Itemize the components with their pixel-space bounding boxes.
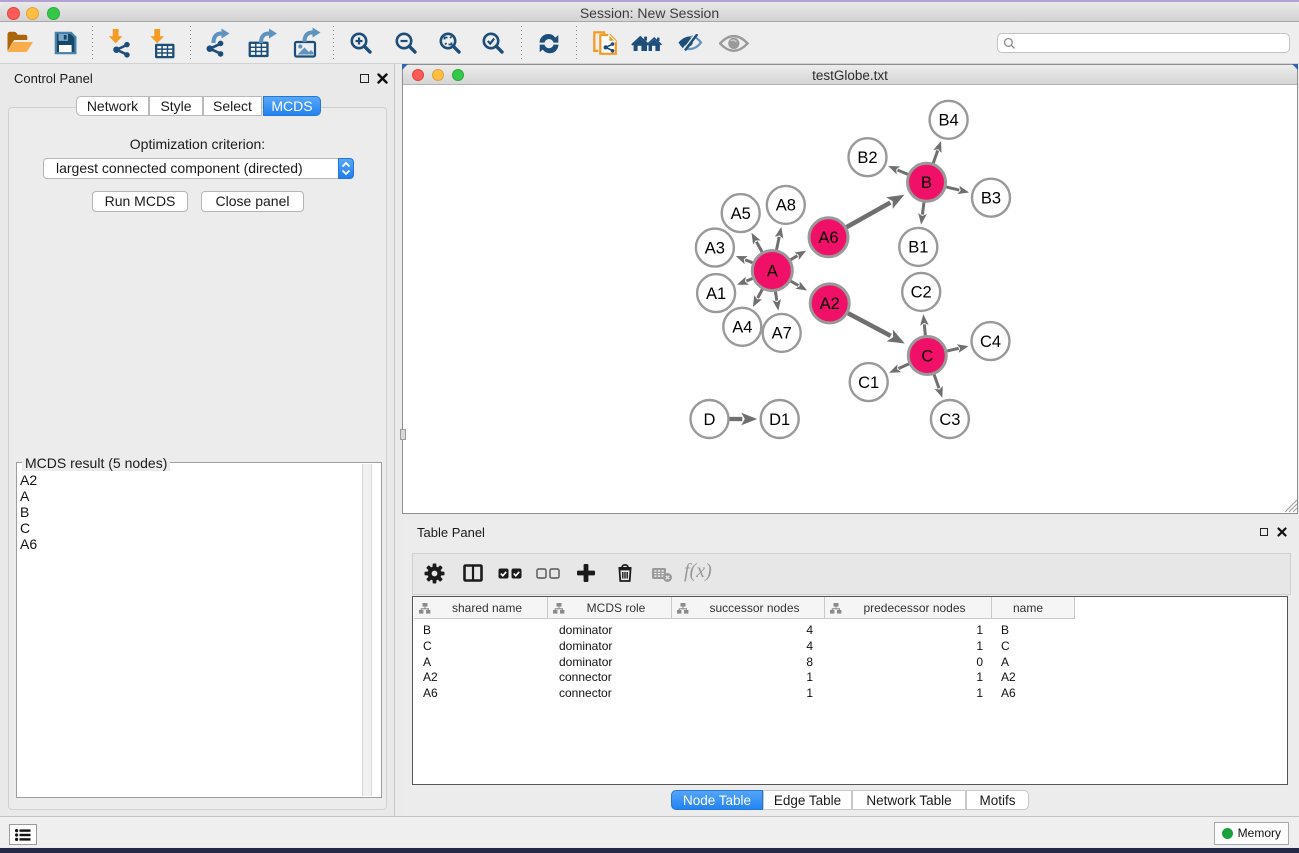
svg-text:A8: A8	[776, 197, 796, 215]
svg-text:C4: C4	[980, 333, 1001, 351]
svg-text:C: C	[921, 347, 933, 365]
svg-text:D1: D1	[769, 411, 790, 429]
svg-text:B1: B1	[908, 239, 928, 257]
svg-text:A7: A7	[772, 325, 792, 343]
svg-text:C1: C1	[858, 374, 879, 392]
svg-text:D: D	[704, 411, 716, 429]
svg-text:A2: A2	[820, 295, 840, 313]
svg-text:A3: A3	[705, 239, 725, 257]
svg-text:C3: C3	[939, 411, 960, 429]
svg-text:A6: A6	[818, 229, 838, 247]
svg-text:A1: A1	[706, 285, 726, 303]
svg-text:B2: B2	[857, 149, 877, 167]
svg-text:B3: B3	[981, 190, 1001, 208]
svg-text:B4: B4	[939, 112, 959, 130]
svg-text:C2: C2	[911, 284, 932, 302]
svg-text:A: A	[767, 262, 778, 280]
svg-text:A5: A5	[731, 205, 751, 223]
svg-text:A4: A4	[732, 319, 752, 337]
svg-text:B: B	[921, 174, 932, 192]
